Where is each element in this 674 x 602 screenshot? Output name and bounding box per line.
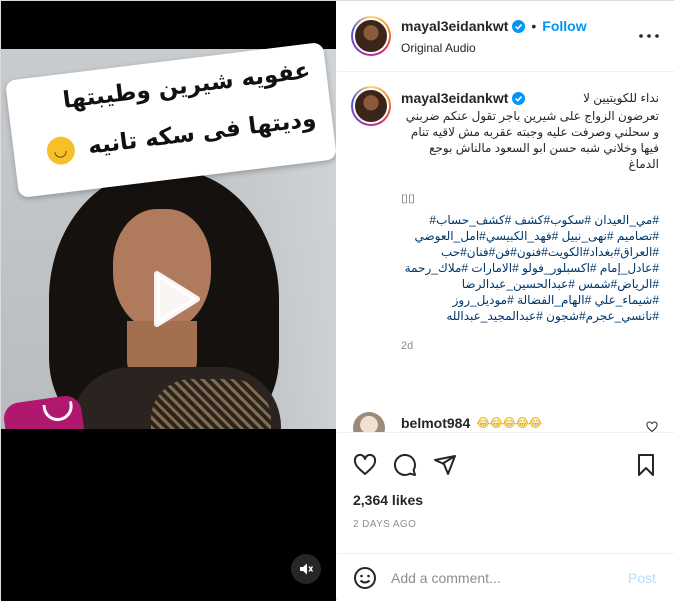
heart-icon[interactable] xyxy=(353,453,377,477)
laughing-emoji-icon: ◡ xyxy=(45,135,76,166)
verified-badge-icon xyxy=(512,20,525,33)
caption-hashtags[interactable]: #مي_العيدان #سكوب#كشف #كشف_حساب# #تصاميم… xyxy=(401,212,659,324)
mic-logo-mark xyxy=(42,401,74,423)
comment-heart-icon[interactable] xyxy=(646,421,658,432)
instagram-post-modal: ghani عفويه شيرين وطيبتها وديتها فى سكه … xyxy=(0,0,674,600)
caption-head: mayal3eidankwt نداء للكويتيين لا xyxy=(401,90,659,106)
verified-badge-icon xyxy=(512,92,525,105)
comments-area[interactable]: mayal3eidankwt نداء للكويتيين لا تعرضون … xyxy=(337,72,674,432)
caption-username[interactable]: mayal3eidankwt xyxy=(401,90,508,106)
author-username[interactable]: mayal3eidankwt xyxy=(401,18,508,34)
header-user-row: mayal3eidankwt • Follow xyxy=(401,18,587,34)
bookmark-icon[interactable] xyxy=(634,453,658,477)
header-separator: • xyxy=(531,18,536,34)
media-panel[interactable]: ghani عفويه شيرين وطيبتها وديتها فى سكه … xyxy=(1,1,336,601)
caption-text: تعرضون الزواج على شيرين باجر تقول عنكم ض… xyxy=(401,108,659,172)
caption-first-line: نداء للكويتيين لا xyxy=(583,91,659,105)
share-icon[interactable] xyxy=(433,453,457,477)
comment-icon[interactable] xyxy=(393,453,417,477)
post-actions: 2,364 likes 2 DAYS AGO Post xyxy=(337,432,674,601)
caption-timestamp[interactable]: 2d xyxy=(401,340,659,352)
caption-user-row: mayal3eidankwt xyxy=(401,90,525,106)
play-icon[interactable] xyxy=(137,264,207,334)
outfit-sparkle xyxy=(151,379,271,429)
post-caption: mayal3eidankwt نداء للكويتيين لا تعرضون … xyxy=(401,90,659,352)
likes-count[interactable]: 2,364 likes xyxy=(353,492,423,508)
caption-author-avatar[interactable] xyxy=(351,86,391,126)
caption-line-2: وديتها فى سكه تانيه ◡ xyxy=(45,105,318,166)
more-horizontal-icon[interactable] xyxy=(638,29,660,43)
post-date[interactable]: 2 DAYS AGO xyxy=(353,519,416,530)
mute-button[interactable] xyxy=(291,554,321,584)
original-audio-link[interactable]: Original Audio xyxy=(401,41,476,55)
follow-button[interactable]: Follow xyxy=(542,18,586,34)
post-comment-button[interactable]: Post xyxy=(628,570,656,586)
post-side-panel: mayal3eidankwt • Follow Original Audio xyxy=(337,1,674,601)
speaker-muted-icon xyxy=(299,562,313,576)
author-avatar[interactable] xyxy=(351,16,391,56)
commenter-avatar[interactable] xyxy=(353,412,385,432)
comment-text: 😂😂😂😂😂 xyxy=(476,416,541,430)
comment-input[interactable] xyxy=(391,564,611,592)
comment-row: belmot984 😂😂😂😂😂 xyxy=(401,415,541,431)
caption-line-2-text: وديتها فى سكه تانيه xyxy=(87,106,318,160)
commenter-username[interactable]: belmot984 xyxy=(401,415,470,431)
post-header: mayal3eidankwt • Follow Original Audio xyxy=(337,1,674,72)
add-comment-bar: Post xyxy=(337,553,674,602)
emoji-picker-icon[interactable] xyxy=(353,566,377,590)
caption-glyph-boxes: ⌷⌷ xyxy=(401,192,659,208)
